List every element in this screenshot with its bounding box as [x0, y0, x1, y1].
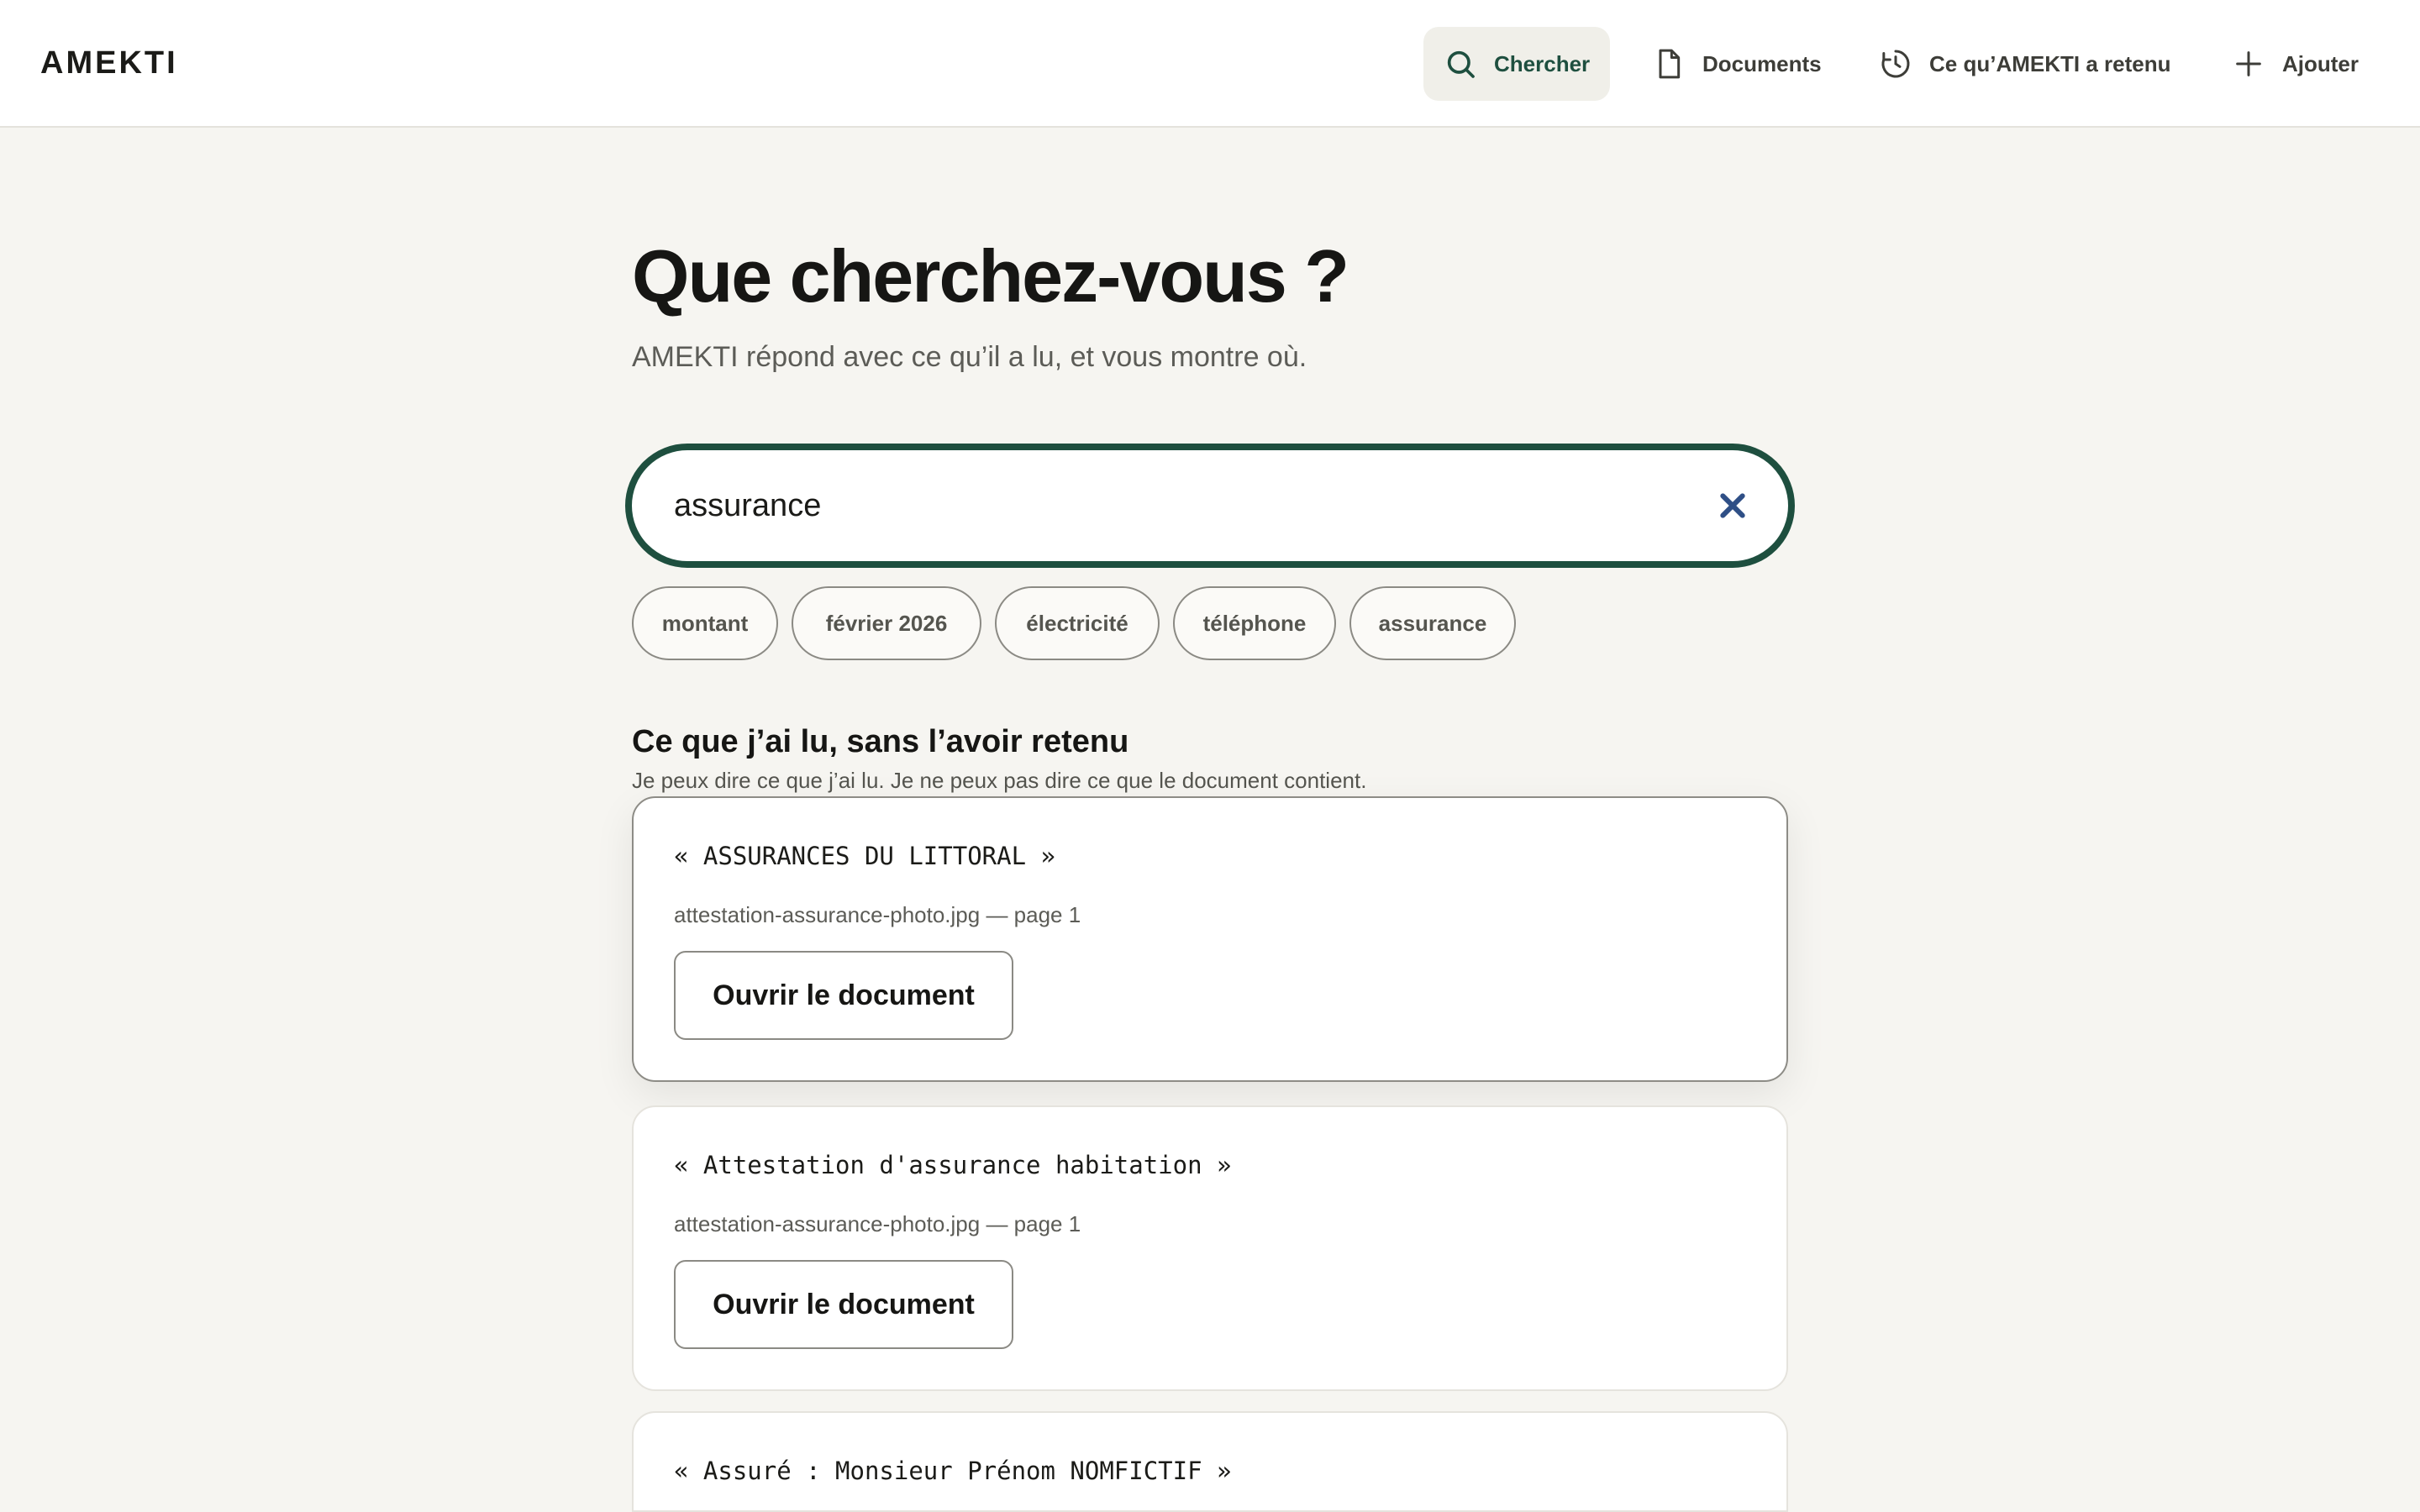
- open-document-button[interactable]: Ouvrir le document: [674, 1260, 1013, 1349]
- nav-add[interactable]: Ajouter: [2232, 27, 2359, 101]
- open-document-button[interactable]: Ouvrir le document: [674, 951, 1013, 1040]
- top-bar: AMEKTI Chercher Documents Ce qu’AMEKTI a…: [0, 0, 2420, 128]
- nav-search[interactable]: Chercher: [1423, 27, 1611, 101]
- results-section-title: Ce que j’ai lu, sans l’avoir retenu: [632, 724, 1129, 759]
- search-box: [625, 444, 1795, 568]
- nav-search-label: Chercher: [1494, 50, 1591, 76]
- document-icon: [1659, 49, 1681, 79]
- result-quote: « Attestation d'assurance habitation »: [674, 1151, 1232, 1179]
- nav-memory[interactable]: Ce qu’AMEKTI a retenu: [1879, 27, 2170, 101]
- history-icon: [1881, 50, 1910, 78]
- close-icon: [1720, 493, 1745, 518]
- nav-documents-label: Documents: [1702, 50, 1822, 76]
- nav-documents[interactable]: Documents: [1652, 27, 1822, 101]
- result-card: « Attestation d'assurance habitation » a…: [632, 1105, 1788, 1391]
- result-card: « Assuré : Monsieur Prénom NOMFICTIF »: [632, 1411, 1788, 1512]
- page-subtitle: AMEKTI répond avec ce qu’il a lu, et vou…: [632, 341, 1307, 373]
- result-source: attestation-assurance-photo.jpg — page 1: [674, 902, 1081, 927]
- result-source: attestation-assurance-photo.jpg — page 1: [674, 1211, 1081, 1236]
- search-field: [632, 450, 1788, 561]
- chip-assurance[interactable]: assurance: [1349, 586, 1516, 660]
- result-quote: « ASSURANCES DU LITTORAL »: [674, 842, 1055, 870]
- chip-electricite[interactable]: électricité: [995, 586, 1160, 660]
- chip-montant[interactable]: montant: [632, 586, 778, 660]
- results-section-subtitle: Je peux dire ce que j’ai lu. Je ne peux …: [632, 768, 1367, 793]
- chip-fevrier-2026[interactable]: février 2026: [792, 586, 981, 660]
- plus-icon: [2236, 51, 2261, 76]
- clear-search-button[interactable]: [1716, 489, 1749, 522]
- chip-telephone[interactable]: téléphone: [1173, 586, 1336, 660]
- search-input[interactable]: [674, 452, 1640, 559]
- brand-logo[interactable]: AMEKTI: [40, 45, 178, 81]
- result-card: « ASSURANCES DU LITTORAL » attestation-a…: [632, 796, 1788, 1082]
- result-quote: « Assuré : Monsieur Prénom NOMFICTIF »: [674, 1457, 1232, 1485]
- nav-add-label: Ajouter: [2282, 50, 2359, 76]
- search-icon: [1447, 50, 1475, 78]
- nav-memory-label: Ce qu’AMEKTI a retenu: [1929, 50, 2171, 76]
- page-title: Que cherchez-vous ?: [632, 234, 1349, 318]
